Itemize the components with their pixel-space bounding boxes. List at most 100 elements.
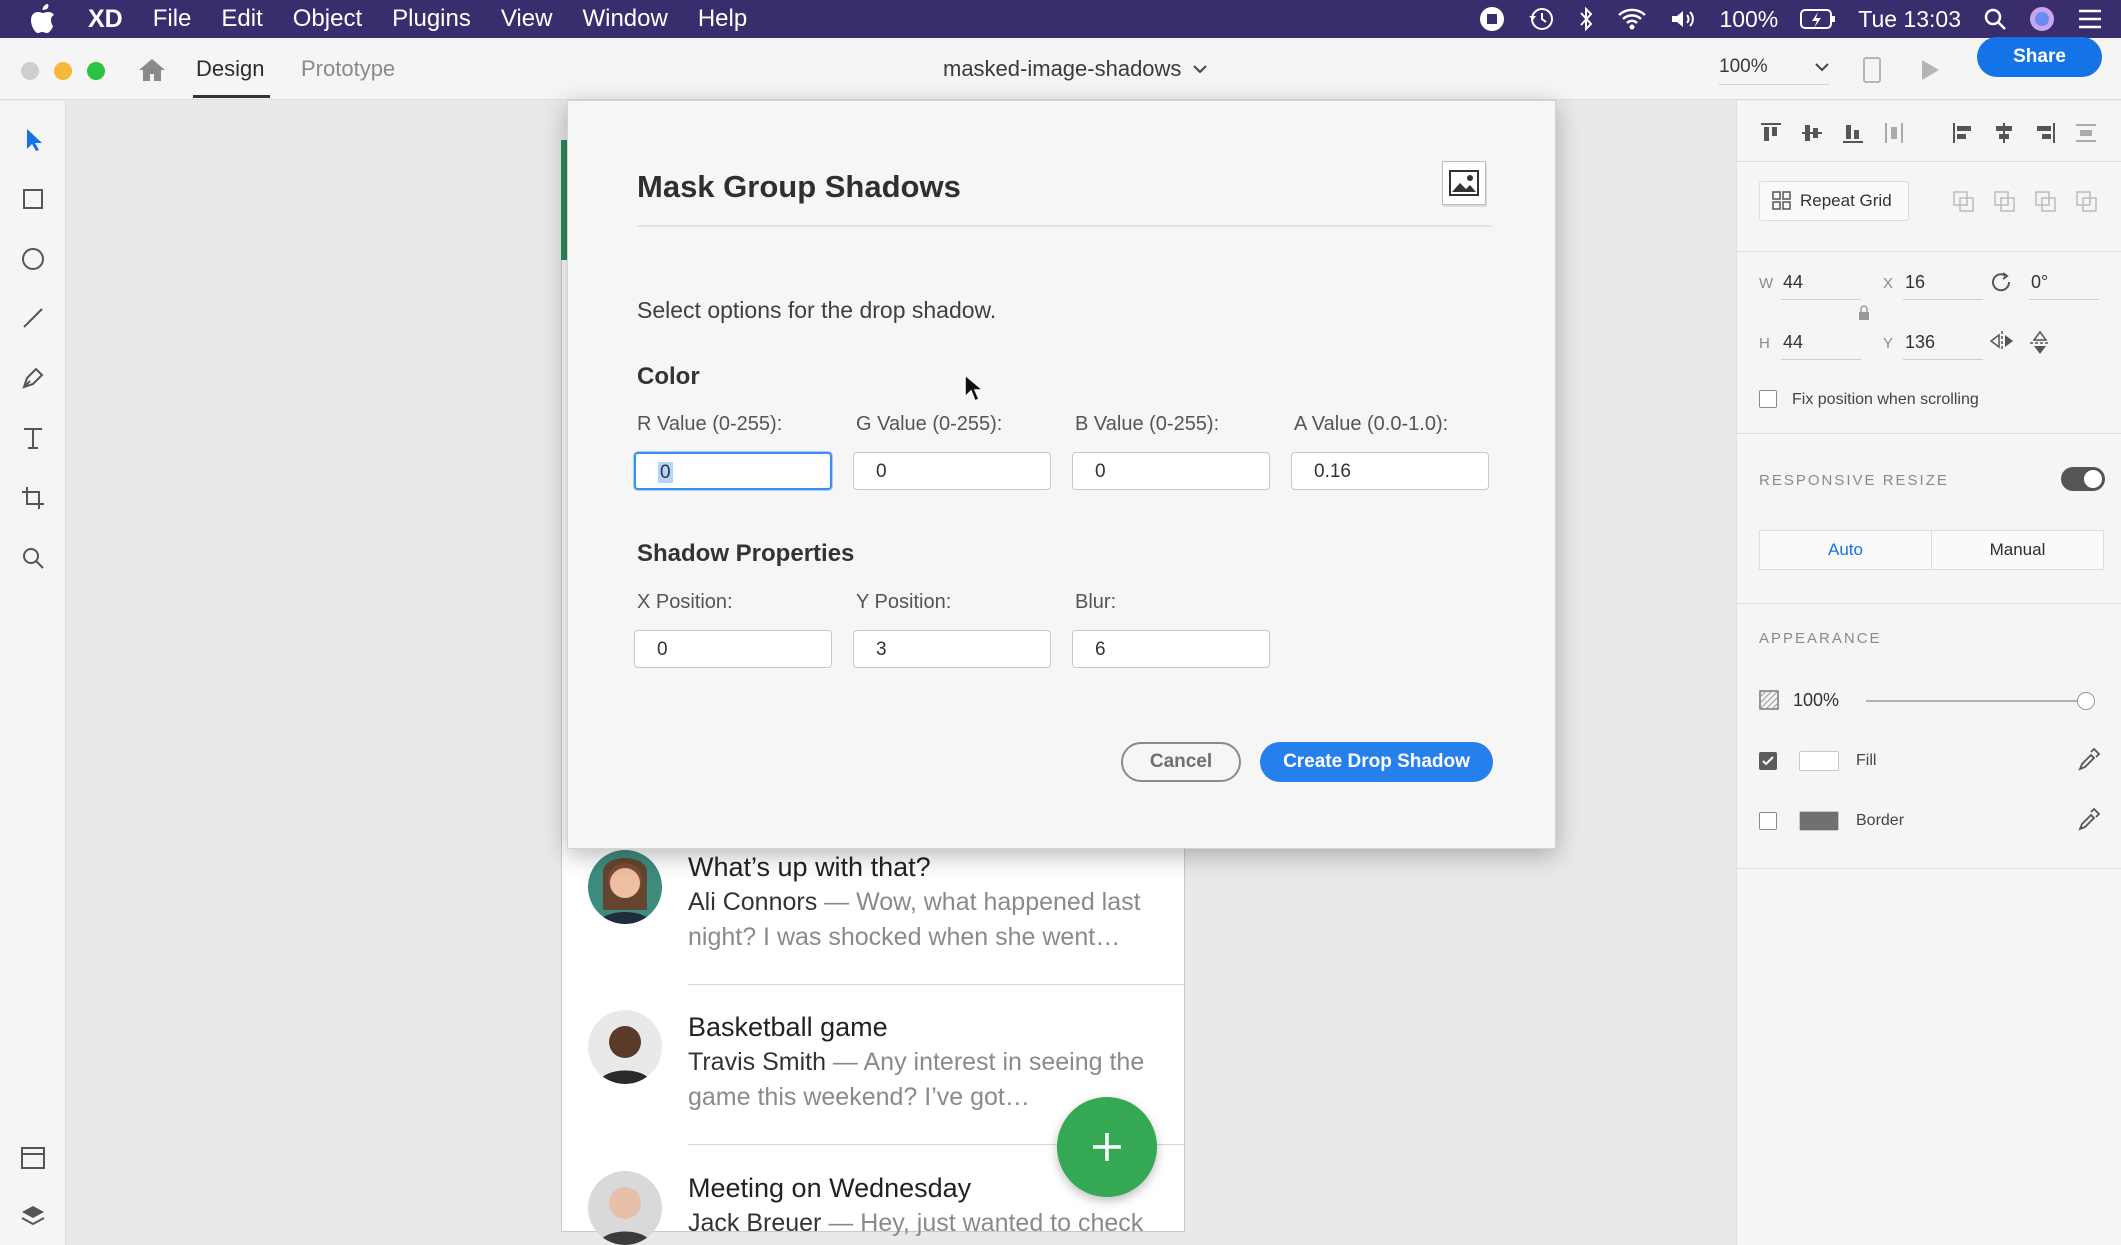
flip-horizontal-icon[interactable] bbox=[1989, 330, 2015, 357]
menu-view[interactable]: View bbox=[501, 5, 553, 33]
menu-app-name[interactable]: XD bbox=[88, 5, 123, 34]
home-icon[interactable] bbox=[137, 56, 167, 84]
x-input[interactable]: 16 bbox=[1905, 272, 1925, 293]
align-right-icon[interactable] bbox=[2033, 121, 2057, 150]
align-top-icon[interactable] bbox=[1759, 121, 1783, 150]
siri-icon[interactable] bbox=[2029, 6, 2055, 32]
eyedropper-icon[interactable] bbox=[2077, 807, 2101, 837]
distribute-vertical-icon[interactable] bbox=[2074, 121, 2098, 150]
bluetooth-icon[interactable] bbox=[1577, 6, 1595, 32]
tab-prototype[interactable]: Prototype bbox=[301, 56, 395, 82]
zoom-tool-icon[interactable] bbox=[18, 543, 48, 573]
spotlight-search-icon[interactable] bbox=[1983, 7, 2007, 31]
rotate-icon[interactable] bbox=[1989, 270, 2013, 299]
opacity-slider-track[interactable] bbox=[1866, 700, 2084, 702]
text-tool-icon[interactable] bbox=[18, 423, 48, 453]
cancel-button[interactable]: Cancel bbox=[1121, 742, 1241, 782]
pen-tool-icon[interactable] bbox=[18, 363, 48, 393]
menu-object[interactable]: Object bbox=[293, 5, 362, 33]
line-tool-icon[interactable] bbox=[18, 303, 48, 333]
opacity-value[interactable]: 100% bbox=[1793, 690, 1839, 711]
boolean-subtract-icon[interactable] bbox=[1993, 190, 2017, 219]
y-input[interactable]: 136 bbox=[1905, 332, 1935, 353]
menu-help[interactable]: Help bbox=[698, 5, 747, 33]
opacity-icon bbox=[1759, 690, 1779, 715]
add-fab-button[interactable] bbox=[1057, 1097, 1157, 1197]
layers-panel-icon[interactable] bbox=[18, 1201, 48, 1231]
volume-icon[interactable] bbox=[1669, 7, 1697, 31]
rectangle-tool-icon[interactable] bbox=[18, 184, 48, 214]
avatar[interactable] bbox=[588, 1010, 662, 1084]
border-checkbox[interactable] bbox=[1759, 812, 1777, 830]
menu-plugins[interactable]: Plugins bbox=[392, 5, 471, 33]
align-center-icon[interactable] bbox=[1992, 121, 2016, 150]
device-preview-icon[interactable] bbox=[1862, 56, 1882, 89]
wifi-icon[interactable] bbox=[1617, 7, 1647, 31]
repeat-grid-button[interactable]: Repeat Grid bbox=[1759, 181, 1909, 221]
height-input[interactable]: 44 bbox=[1783, 332, 1803, 353]
distribute-horizontal-icon[interactable] bbox=[1882, 121, 1906, 150]
screen-record-icon[interactable] bbox=[1479, 6, 1505, 32]
y-position-label: Y Position: bbox=[856, 591, 952, 613]
align-middle-icon[interactable] bbox=[1800, 121, 1824, 150]
rotation-input[interactable]: 0° bbox=[2031, 272, 2048, 293]
align-bottom-icon[interactable] bbox=[1841, 121, 1865, 150]
dialog-divider bbox=[637, 225, 1492, 227]
fill-checkbox[interactable] bbox=[1759, 752, 1777, 770]
clock[interactable]: Tue 13:03 bbox=[1858, 6, 1961, 33]
time-machine-icon[interactable] bbox=[1527, 6, 1555, 32]
r-value-label: R Value (0-255): bbox=[637, 413, 783, 435]
document-title-dropdown[interactable]: masked-image-shadows bbox=[943, 56, 1208, 82]
message-preview: — Hey, just wanted to check bbox=[821, 1209, 1144, 1237]
resize-auto-option[interactable]: Auto bbox=[1760, 531, 1932, 569]
fill-color-swatch[interactable] bbox=[1799, 751, 1839, 771]
control-center-icon[interactable] bbox=[2077, 8, 2103, 30]
document-title: masked-image-shadows bbox=[943, 56, 1182, 81]
boolean-intersect-icon[interactable] bbox=[2034, 190, 2058, 219]
eyedropper-icon[interactable] bbox=[2077, 747, 2101, 777]
y-position-input[interactable]: 3 bbox=[853, 630, 1051, 668]
width-input[interactable]: 44 bbox=[1783, 272, 1803, 293]
dialog-description: Select options for the drop shadow. bbox=[637, 297, 997, 323]
blur-input[interactable]: 6 bbox=[1072, 630, 1270, 668]
ellipse-tool-icon[interactable] bbox=[18, 244, 48, 274]
artboard-tool-icon[interactable] bbox=[18, 483, 48, 513]
resize-manual-option[interactable]: Manual bbox=[1932, 531, 2103, 569]
avatar[interactable] bbox=[588, 850, 662, 924]
window-close-button[interactable] bbox=[21, 62, 39, 80]
g-value-input[interactable]: 0 bbox=[853, 452, 1051, 490]
flip-vertical-icon[interactable] bbox=[2029, 330, 2051, 361]
boolean-exclude-icon[interactable] bbox=[2075, 190, 2099, 219]
opacity-slider-thumb[interactable] bbox=[2077, 692, 2095, 710]
panel-divider bbox=[1737, 433, 2121, 434]
b-value-input[interactable]: 0 bbox=[1072, 452, 1270, 490]
border-color-swatch[interactable] bbox=[1799, 811, 1839, 831]
select-tool-icon[interactable] bbox=[18, 124, 48, 154]
menu-file[interactable]: File bbox=[153, 5, 192, 33]
battery-icon[interactable] bbox=[1800, 8, 1836, 30]
apple-logo-icon[interactable] bbox=[30, 4, 64, 34]
fix-position-checkbox[interactable] bbox=[1759, 390, 1777, 408]
zoom-select[interactable]: 100% bbox=[1719, 56, 1829, 85]
avatar[interactable] bbox=[588, 1171, 662, 1245]
share-button[interactable]: Share bbox=[1977, 37, 2102, 77]
checkmark-icon bbox=[1762, 756, 1774, 766]
active-tab-indicator bbox=[193, 95, 270, 98]
tab-design[interactable]: Design bbox=[196, 56, 264, 82]
create-drop-shadow-button[interactable]: Create Drop Shadow bbox=[1260, 742, 1493, 782]
tools-toolbar bbox=[0, 101, 66, 1245]
align-left-icon[interactable] bbox=[1951, 121, 1975, 150]
window-minimize-button[interactable] bbox=[54, 62, 72, 80]
play-icon[interactable] bbox=[1919, 58, 1941, 87]
boolean-add-icon[interactable] bbox=[1952, 190, 1976, 219]
menu-window[interactable]: Window bbox=[582, 5, 667, 33]
responsive-resize-toggle[interactable] bbox=[2061, 467, 2105, 491]
lock-aspect-icon[interactable] bbox=[1857, 304, 1871, 327]
a-value-input[interactable]: 0.16 bbox=[1291, 452, 1489, 490]
window-maximize-button[interactable] bbox=[87, 62, 105, 80]
menu-edit[interactable]: Edit bbox=[221, 5, 262, 33]
assets-panel-icon[interactable] bbox=[18, 1143, 48, 1173]
r-value-input[interactable]: 0 bbox=[634, 452, 832, 490]
x-position-input[interactable]: 0 bbox=[634, 630, 832, 668]
mask-group-shadows-dialog: Mask Group Shadows Select options for th… bbox=[567, 100, 1556, 849]
